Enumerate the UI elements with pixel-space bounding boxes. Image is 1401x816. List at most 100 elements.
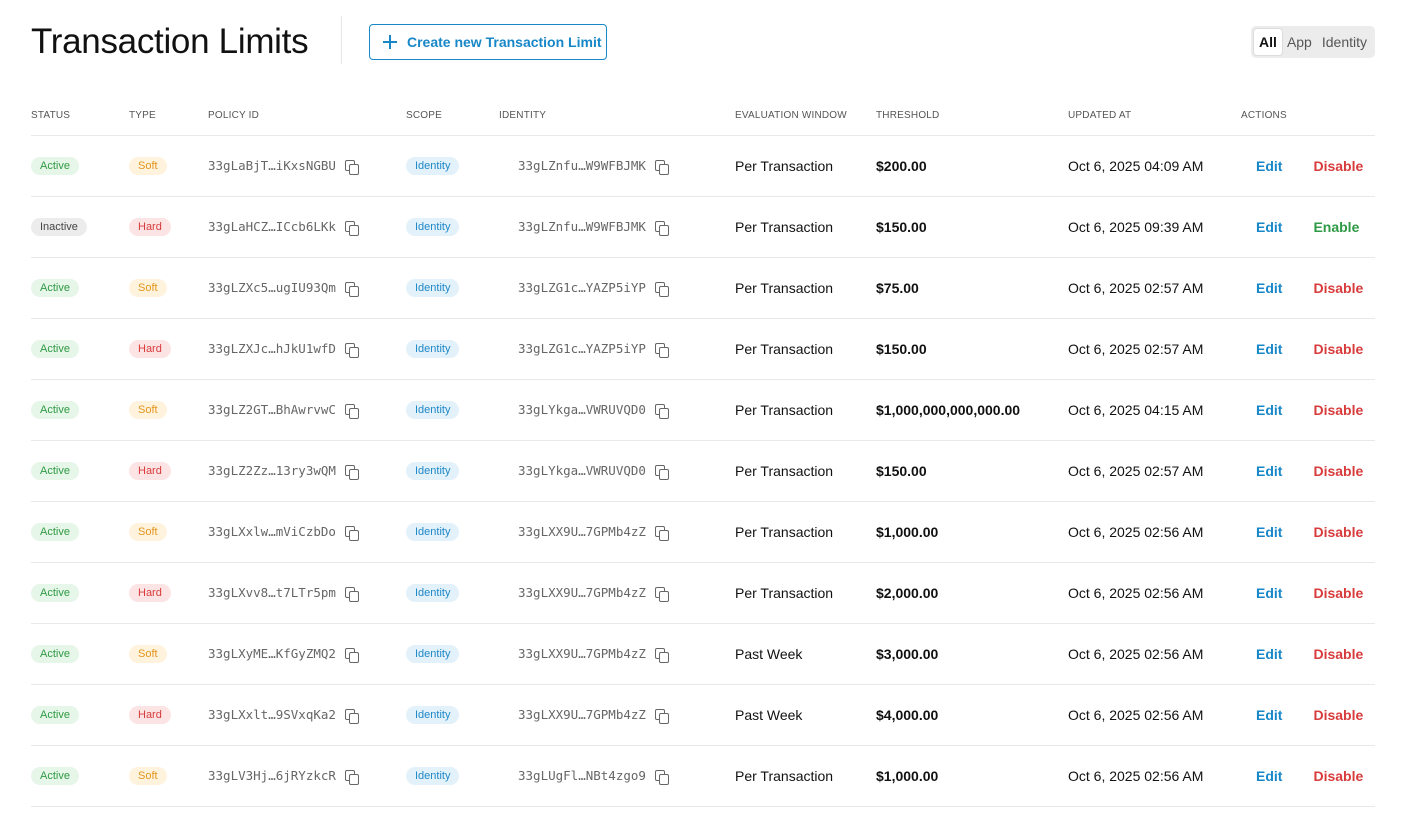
edit-button[interactable]: Edit: [1241, 402, 1282, 418]
scope-cell: Identity: [406, 257, 499, 319]
disable-button[interactable]: Disable: [1282, 585, 1363, 601]
copy-icon[interactable]: [344, 281, 359, 297]
disable-button[interactable]: Disable: [1282, 280, 1363, 296]
copy-icon[interactable]: [344, 647, 359, 663]
column-header-policy-id[interactable]: POLICY ID: [208, 96, 406, 136]
identity-id: 33gLYkga…VWRUVQD0: [518, 402, 646, 418]
scope-badge: Identity: [406, 584, 460, 602]
identity-cell: 33gLZnfu…W9WFBJMK: [499, 196, 735, 258]
status-badge: Active: [31, 279, 79, 297]
column-header-type[interactable]: TYPE: [129, 96, 208, 136]
status-badge: Active: [31, 706, 79, 724]
copy-icon[interactable]: [344, 708, 359, 724]
edit-button[interactable]: Edit: [1241, 341, 1282, 357]
copy-icon[interactable]: [654, 281, 669, 297]
status-badge: Active: [31, 523, 79, 541]
scope-badge: Identity: [406, 218, 460, 236]
copy-icon[interactable]: [344, 769, 359, 785]
filter-identity[interactable]: Identity: [1317, 29, 1372, 55]
disable-button[interactable]: Disable: [1282, 402, 1363, 418]
copy-icon[interactable]: [654, 220, 669, 236]
copy-icon[interactable]: [654, 342, 669, 358]
status-badge: Active: [31, 767, 79, 785]
actions-cell: Edit Enable: [1241, 196, 1375, 258]
actions-cell: Edit Disable: [1241, 440, 1375, 502]
policy-id: 33gLaBjT…iKxsNGBU: [208, 158, 336, 174]
column-header-identity[interactable]: IDENTITY: [499, 96, 735, 136]
threshold: $1,000.00: [876, 745, 1068, 807]
header-divider: [341, 16, 342, 64]
copy-icon[interactable]: [654, 769, 669, 785]
disable-button[interactable]: Disable: [1282, 524, 1363, 540]
column-header-evaluation-window[interactable]: EVALUATION WINDOW: [735, 96, 876, 136]
policy-id: 33gLXxlw…mViCzbDo: [208, 524, 336, 540]
column-header-threshold[interactable]: THRESHOLD: [876, 96, 1068, 136]
create-transaction-limit-button[interactable]: Create new Transaction Limit: [369, 24, 607, 60]
disable-button[interactable]: Disable: [1282, 158, 1363, 174]
column-header-scope[interactable]: SCOPE: [406, 96, 499, 136]
type-cell: Soft: [129, 623, 208, 685]
scope-cell: Identity: [406, 684, 499, 746]
updated-at: Oct 6, 2025 04:15 AM: [1068, 379, 1241, 441]
status-cell: Active: [31, 135, 129, 197]
edit-button[interactable]: Edit: [1241, 768, 1282, 784]
scope-cell: Identity: [406, 318, 499, 380]
copy-icon[interactable]: [654, 464, 669, 480]
edit-button[interactable]: Edit: [1241, 219, 1282, 235]
threshold: $150.00: [876, 440, 1068, 502]
enable-button[interactable]: Enable: [1282, 219, 1359, 235]
copy-icon[interactable]: [344, 220, 359, 236]
type-badge: Soft: [129, 401, 167, 419]
copy-icon[interactable]: [654, 586, 669, 602]
updated-at: Oct 6, 2025 02:56 AM: [1068, 684, 1241, 746]
edit-button[interactable]: Edit: [1241, 585, 1282, 601]
disable-button[interactable]: Disable: [1282, 463, 1363, 479]
copy-icon[interactable]: [344, 464, 359, 480]
disable-button[interactable]: Disable: [1282, 768, 1363, 784]
column-header-updated-at[interactable]: UPDATED AT: [1068, 96, 1241, 136]
copy-icon[interactable]: [654, 403, 669, 419]
updated-at: Oct 6, 2025 02:56 AM: [1068, 623, 1241, 685]
evaluation-window: Per Transaction: [735, 257, 876, 319]
updated-at: Oct 6, 2025 04:09 AM: [1068, 135, 1241, 197]
policy-id-cell: 33gLV3Hj…6jRYzkcR: [208, 745, 406, 807]
policy-id-cell: 33gLXvv8…t7LTr5pm: [208, 562, 406, 624]
identity-cell: 33gLYkga…VWRUVQD0: [499, 379, 735, 441]
disable-button[interactable]: Disable: [1282, 341, 1363, 357]
type-badge: Soft: [129, 523, 167, 541]
edit-button[interactable]: Edit: [1241, 646, 1282, 662]
copy-icon[interactable]: [654, 159, 669, 175]
filter-all[interactable]: All: [1254, 29, 1282, 55]
edit-button[interactable]: Edit: [1241, 707, 1282, 723]
copy-icon[interactable]: [654, 525, 669, 541]
filter-app[interactable]: App: [1282, 29, 1317, 55]
copy-icon[interactable]: [344, 342, 359, 358]
identity-id: 33gLXX9U…7GPMb4zZ: [518, 646, 646, 662]
policy-id: 33gLZ2Zz…13ry3wQM: [208, 463, 336, 479]
type-badge: Hard: [129, 218, 171, 236]
status-cell: Active: [31, 623, 129, 685]
plus-icon: [383, 35, 397, 49]
threshold: $75.00: [876, 257, 1068, 319]
actions-cell: Edit Disable: [1241, 135, 1375, 197]
table-row: Active Hard 33gLXxlt…9SVxqKa2 Identity 33gLX…: [31, 684, 1375, 746]
policy-id: 33gLZXc5…ugIU93Qm: [208, 280, 336, 296]
edit-button[interactable]: Edit: [1241, 158, 1282, 174]
disable-button[interactable]: Disable: [1282, 707, 1363, 723]
copy-icon[interactable]: [654, 708, 669, 724]
disable-button[interactable]: Disable: [1282, 646, 1363, 662]
type-badge: Hard: [129, 706, 171, 724]
copy-icon[interactable]: [344, 525, 359, 541]
copy-icon[interactable]: [654, 647, 669, 663]
copy-icon[interactable]: [344, 403, 359, 419]
column-header-status[interactable]: STATUS: [31, 96, 129, 136]
edit-button[interactable]: Edit: [1241, 280, 1282, 296]
threshold: $2,000.00: [876, 562, 1068, 624]
identity-id: 33gLZG1c…YAZP5iYP: [518, 341, 646, 357]
edit-button[interactable]: Edit: [1241, 524, 1282, 540]
copy-icon[interactable]: [344, 586, 359, 602]
edit-button[interactable]: Edit: [1241, 463, 1282, 479]
actions-cell: Edit Disable: [1241, 745, 1375, 807]
policy-id-cell: 33gLaBjT…iKxsNGBU: [208, 135, 406, 197]
copy-icon[interactable]: [344, 159, 359, 175]
